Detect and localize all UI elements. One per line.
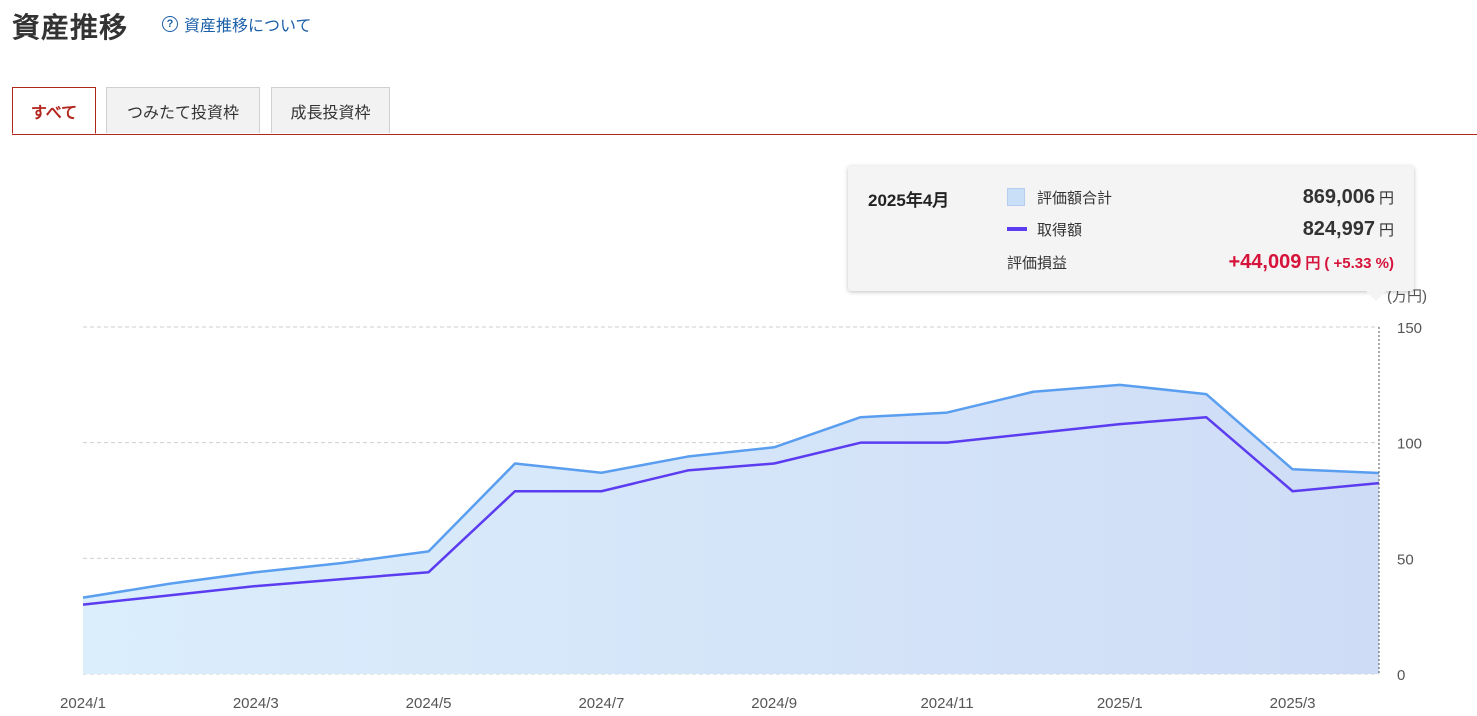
tooltip-total-unit: 円 — [1378, 189, 1394, 207]
cost-point[interactable] — [943, 439, 951, 447]
x-tick-label: 2024/5 — [406, 695, 452, 712]
total-point[interactable] — [857, 413, 865, 421]
total-point[interactable] — [597, 469, 605, 477]
total-point[interactable] — [1202, 390, 1210, 398]
tooltip-cost-label: 取得額 — [1037, 221, 1083, 239]
tooltip-gain: +44,009 円 ( +5.33 %) — [1229, 251, 1395, 274]
tooltip-cost-row: 取得額 824,997 円 — [1007, 217, 1394, 241]
cost-point[interactable] — [684, 466, 692, 474]
total-point[interactable] — [1289, 465, 1297, 473]
cost-point[interactable] — [252, 582, 260, 590]
cost-point[interactable] — [338, 575, 346, 583]
tooltip-total-label: 評価額合計 — [1037, 189, 1113, 207]
cost-point[interactable] — [165, 591, 173, 599]
tooltip-gain-row: 評価損益 +44,009 円 ( +5.33 %) — [1007, 250, 1394, 274]
tooltip-total-row: 評価額合計 869,006 円 — [1007, 185, 1394, 209]
x-tick-label: 2024/1 — [60, 695, 106, 712]
total-point[interactable] — [425, 547, 433, 555]
cost-legend-swatch — [1007, 227, 1027, 231]
asset-chart[interactable]: 0 50 100 150 2024/1 2024/3 2024/5 2024/7 2024/9 2… — [0, 0, 1477, 716]
cost-point[interactable] — [770, 459, 778, 467]
x-tick-label: 2024/3 — [233, 695, 279, 712]
x-tick-label: 2024/7 — [578, 695, 624, 712]
cost-point[interactable] — [425, 568, 433, 576]
total-point[interactable] — [511, 459, 519, 467]
tooltip-pointer — [1366, 291, 1386, 301]
cost-point[interactable] — [1289, 487, 1297, 495]
tooltip-gain-label: 評価損益 — [1007, 254, 1068, 272]
tooltip-cost-unit: 円 — [1378, 221, 1394, 239]
total-point[interactable] — [79, 594, 87, 602]
x-tick-label: 2024/11 — [920, 695, 973, 712]
total-point[interactable] — [1116, 381, 1124, 389]
cost-point[interactable] — [79, 601, 87, 609]
total-area-fill — [83, 384, 1379, 674]
cost-point[interactable] — [597, 487, 605, 495]
cost-point[interactable] — [1116, 420, 1124, 428]
total-legend-swatch — [1007, 188, 1025, 206]
tooltip-gain-unit: 円 — [1305, 254, 1321, 272]
x-tick-label: 2024/9 — [751, 695, 797, 712]
x-tick-label: 2025/1 — [1097, 695, 1143, 712]
tooltip-total-value: 869,006 — [1302, 185, 1375, 208]
cost-point[interactable] — [1029, 429, 1037, 437]
y-tick-label: 100 — [1397, 436, 1422, 453]
cost-point[interactable] — [857, 439, 865, 447]
total-point[interactable] — [684, 453, 692, 461]
cost-point[interactable] — [1202, 413, 1210, 421]
total-point[interactable] — [252, 568, 260, 576]
y-tick-label: 150 — [1397, 320, 1422, 337]
x-tick-label: 2025/3 — [1270, 695, 1316, 712]
total-point[interactable] — [943, 409, 951, 417]
y-tick-label: 0 — [1397, 667, 1405, 684]
tooltip-cost-value: 824,997 — [1302, 217, 1375, 240]
tooltip-gain-value: +44,009 — [1228, 250, 1302, 273]
total-point[interactable] — [1029, 388, 1037, 396]
total-point[interactable] — [165, 580, 173, 588]
cost-point[interactable] — [511, 487, 519, 495]
total-point[interactable] — [770, 443, 778, 451]
tooltip-date: 2025年4月 — [868, 191, 950, 210]
total-point[interactable] — [338, 559, 346, 567]
chart-tooltip: 2025年4月 評価額合計 869,006 円 取得額 824,997 円 評価… — [848, 166, 1414, 291]
y-tick-label: 50 — [1397, 551, 1414, 568]
tooltip-gain-percent: ( +5.33 %) — [1324, 254, 1394, 272]
